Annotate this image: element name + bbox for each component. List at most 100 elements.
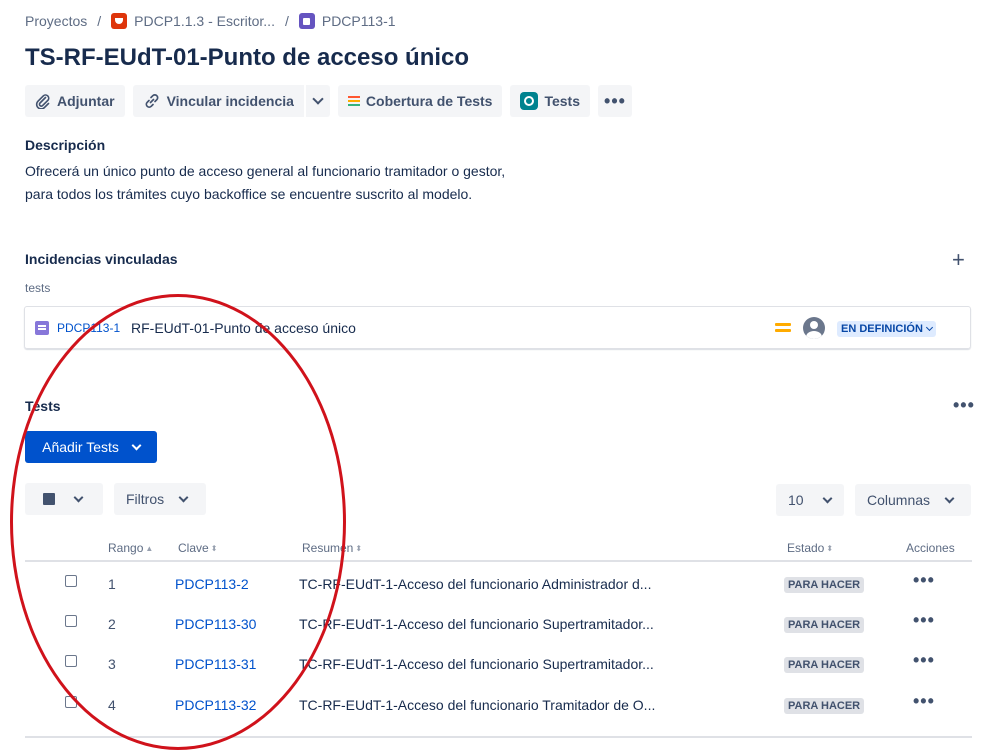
row-rank: 1 [108, 576, 116, 592]
tests-heading: Tests [25, 398, 61, 414]
bulk-select-button[interactable] [25, 483, 103, 515]
columns-button[interactable]: Columnas [855, 484, 971, 516]
row-rank: 3 [108, 656, 116, 672]
row-checkbox[interactable] [65, 655, 77, 667]
chevron-down-icon [178, 492, 189, 502]
description-line: para todos los trámites cuyo backoffice … [25, 186, 473, 202]
link-icon [143, 92, 161, 110]
breadcrumb-project[interactable]: PDCP1.1.3 - Escritor... [134, 13, 275, 29]
description-heading: Descripción [25, 137, 106, 153]
link-issue-dropdown[interactable] [305, 85, 330, 117]
filters-label: Filtros [126, 491, 165, 507]
breadcrumb-projects[interactable]: Proyectos [25, 13, 87, 29]
linked-issues-heading: Incidencias vinculadas [25, 251, 178, 267]
column-header-status[interactable]: Estado ⬍ [787, 541, 833, 555]
link-issue-label: Vincular incidencia [166, 93, 294, 109]
table-row: 2 PDCP113-30 TC-RF-EUdT-1-Acceso del fun… [25, 602, 972, 642]
sort-icon: ▲ [145, 544, 154, 553]
page-size-value: 10 [788, 492, 804, 508]
chevron-down-icon [131, 440, 142, 450]
coverage-icon [347, 96, 360, 106]
column-header-actions: Acciones [906, 541, 955, 555]
story-icon [35, 321, 49, 335]
linked-issue-summary[interactable]: RF-EUdT-01-Punto de acceso único [131, 320, 356, 336]
row-actions-icon[interactable]: ••• [913, 650, 935, 671]
description-text[interactable]: Ofrecerá un único punto de acceso genera… [25, 160, 505, 206]
paperclip-icon [35, 93, 51, 109]
add-tests-button[interactable]: Añadir Tests [25, 431, 157, 463]
column-header-summary[interactable]: Resumen ⬍ [302, 541, 362, 555]
attach-label: Adjuntar [57, 93, 115, 109]
more-icon: ••• [604, 90, 626, 111]
row-actions-icon[interactable]: ••• [913, 570, 935, 591]
row-actions-icon[interactable]: ••• [913, 691, 935, 712]
chevron-down-icon [822, 493, 833, 503]
breadcrumb-separator: / [284, 13, 289, 29]
row-status-badge: PARA HACER [784, 657, 865, 673]
add-tests-label: Añadir Tests [42, 439, 119, 455]
status-label: EN DEFINICIÓN [841, 323, 923, 335]
tests-app-icon [520, 92, 539, 110]
row-checkbox[interactable] [65, 696, 77, 708]
column-header-label: Clave [178, 541, 209, 555]
row-actions-icon[interactable]: ••• [913, 610, 935, 631]
row-summary[interactable]: TC-RF-EUdT-1-Acceso del funcionario Supe… [299, 616, 654, 632]
link-type-label: tests [25, 281, 51, 295]
linked-issue-key[interactable]: PDCP113-1 [57, 321, 120, 335]
table-row: 3 PDCP113-31 TC-RF-EUdT-1-Acceso del fun… [25, 642, 972, 682]
row-summary[interactable]: TC-RF-EUdT-1-Acceso del funcionario Admi… [299, 576, 651, 592]
issue-type-icon [298, 13, 315, 29]
tests-button-label: Tests [544, 93, 581, 109]
more-icon[interactable]: ••• [953, 396, 975, 414]
link-issue-button[interactable]: Vincular incidencia [132, 85, 306, 117]
page-title[interactable]: TS-RF-EUdT-01-Punto de acceso único [25, 44, 469, 72]
column-header-label: Estado [787, 541, 825, 555]
row-checkbox[interactable] [65, 575, 77, 587]
sort-icon: ⬍ [210, 544, 218, 553]
row-rank: 2 [108, 616, 116, 632]
linked-issue-card[interactable]: PDCP113-1 RF-EUdT-01-Punto de acceso úni… [24, 306, 971, 349]
breadcrumb-issue[interactable]: PDCP113-1 [322, 13, 396, 29]
table-row: 4 PDCP113-32 TC-RF-EUdT-1-Acceso del fun… [25, 683, 972, 723]
page-size-select[interactable]: 10 [776, 484, 844, 516]
table-divider [25, 736, 972, 738]
chevron-down-icon [312, 93, 324, 105]
chevron-down-icon [73, 492, 84, 502]
sort-icon: ⬍ [826, 544, 834, 553]
more-actions-button[interactable]: ••• [598, 85, 632, 117]
row-summary[interactable]: TC-RF-EUdT-1-Acceso del funcionario Supe… [299, 656, 654, 672]
row-key[interactable]: PDCP113-2 [175, 576, 249, 592]
column-header-key[interactable]: Clave ⬍ [178, 541, 217, 555]
avatar[interactable] [803, 317, 825, 339]
column-header-rank[interactable]: Rango ▲ [108, 541, 153, 555]
row-checkbox[interactable] [65, 615, 77, 627]
checkbox-icon [43, 493, 55, 505]
description-line: Ofrecerá un único punto de acceso genera… [25, 163, 506, 179]
add-link-icon[interactable]: + [952, 249, 965, 271]
row-rank: 4 [108, 697, 116, 713]
status-dropdown[interactable]: EN DEFINICIÓN [837, 321, 936, 337]
issue-toolbar: Adjuntar Vincular incidencia Cobertura d… [25, 85, 640, 117]
row-key[interactable]: PDCP113-32 [175, 697, 256, 713]
test-coverage-label: Cobertura de Tests [365, 93, 493, 109]
filters-button[interactable]: Filtros [114, 483, 206, 515]
column-header-label: Rango [108, 541, 144, 555]
chevron-down-icon [925, 323, 933, 332]
breadcrumb-separator: / [97, 13, 102, 29]
row-status-badge: PARA HACER [784, 698, 865, 714]
row-status-badge: PARA HACER [784, 577, 865, 593]
table-row: 1 PDCP113-2 TC-RF-EUdT-1-Acceso del func… [25, 562, 972, 602]
row-key[interactable]: PDCP113-30 [175, 616, 256, 632]
test-coverage-button[interactable]: Cobertura de Tests [337, 85, 503, 117]
columns-label: Columnas [867, 492, 931, 508]
breadcrumb: Proyectos / PDCP1.1.3 - Escritor... / PD… [25, 11, 396, 31]
row-summary[interactable]: TC-RF-EUdT-1-Acceso del funcionario Tram… [299, 697, 655, 713]
row-status-badge: PARA HACER [784, 617, 865, 633]
tests-button[interactable]: Tests [510, 85, 591, 117]
column-header-label: Resumen [302, 541, 354, 555]
row-key[interactable]: PDCP113-31 [175, 656, 256, 672]
priority-medium-icon [775, 323, 791, 333]
project-icon [111, 13, 128, 29]
attach-button[interactable]: Adjuntar [25, 85, 125, 117]
sort-icon: ⬍ [355, 544, 363, 553]
